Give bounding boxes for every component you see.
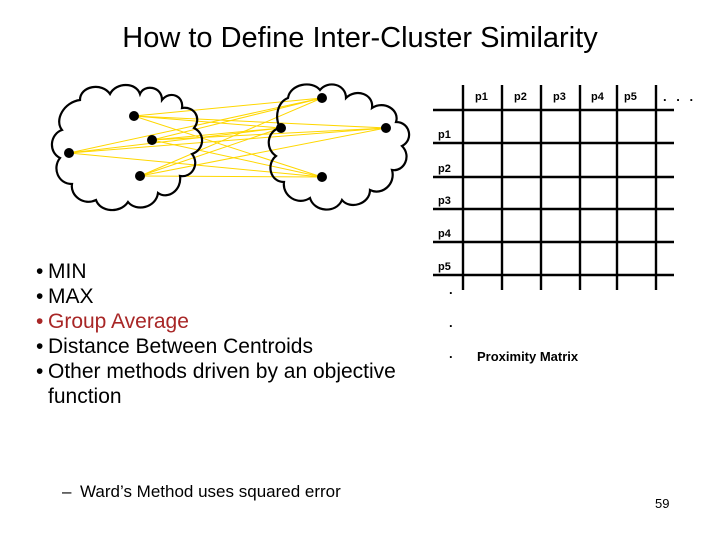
matrix-col-header-p5: p5 — [624, 91, 637, 103]
list-item: • MIN — [28, 259, 448, 284]
matrix-col-header-p1: p1 — [475, 91, 488, 103]
list-item: • MAX — [28, 284, 448, 309]
matrix-row-ellipsis-2: . — [449, 315, 453, 330]
sub-list-item-label: Ward’s Method uses squared error — [80, 482, 341, 501]
list-item-label: MIN — [48, 260, 87, 283]
page-number: 59 — [655, 496, 670, 511]
list-item: • Other methods driven by an objective f… — [28, 359, 448, 409]
matrix-row-ellipsis-3: . — [449, 346, 453, 361]
inter-cluster-links — [68, 97, 387, 178]
left-point-3 — [147, 135, 157, 145]
matrix-row-header-p2: p2 — [438, 163, 451, 175]
proximity-matrix-caption: Proximity Matrix — [477, 349, 579, 364]
left-point-2 — [64, 148, 74, 158]
bullet-icon: • — [36, 360, 44, 383]
matrix-col-header-p3: p3 — [553, 91, 566, 103]
dash-icon: – — [62, 482, 72, 501]
matrix-row-ellipsis-1: . — [449, 282, 453, 297]
sub-list-item: – Ward’s Method uses squared error — [62, 482, 341, 502]
right-point-4 — [317, 172, 327, 182]
list-item-label: Distance Between Centroids — [48, 335, 313, 358]
cluster-points — [64, 93, 391, 182]
matrix-row-header-p4: p4 — [438, 228, 451, 240]
list-item: • Distance Between Centroids — [28, 334, 448, 359]
matrix-col-header-p2: p2 — [514, 91, 527, 103]
matrix-column-ellipsis: . . . — [663, 89, 697, 104]
right-point-3 — [381, 123, 391, 133]
matrix-row-header-p1: p1 — [438, 129, 451, 141]
right-point-2 — [276, 123, 286, 133]
bullet-icon: • — [36, 285, 44, 308]
slide-canvas: How to Define Inter-Cluster Similarity p… — [0, 0, 720, 540]
list-item-highlighted: • Group Average — [28, 309, 448, 334]
list-item-label: Other methods driven by an objective fun… — [48, 360, 396, 408]
left-cluster-outline — [50, 83, 204, 212]
bullet-icon: • — [36, 260, 44, 283]
left-point-1 — [129, 111, 139, 121]
list-item-label: MAX — [48, 285, 94, 308]
matrix-col-header-p4: p4 — [591, 91, 604, 103]
page-title: How to Define Inter-Cluster Similarity — [122, 22, 598, 54]
proximity-matrix: p1 p2 p3 p4 p5 p1 p2 p3 p4 p5 . . . — [430, 85, 720, 385]
method-list: • MIN • MAX • Group Average • Distance B… — [28, 259, 448, 409]
cluster-linkage-diagram — [40, 80, 420, 230]
left-point-4 — [135, 171, 145, 181]
matrix-row-header-p3: p3 — [438, 195, 451, 207]
proximity-matrix-grid — [433, 85, 674, 290]
right-point-1 — [317, 93, 327, 103]
bullet-icon: • — [36, 310, 44, 333]
list-item-label: Group Average — [48, 310, 189, 333]
bullet-icon: • — [36, 335, 44, 358]
